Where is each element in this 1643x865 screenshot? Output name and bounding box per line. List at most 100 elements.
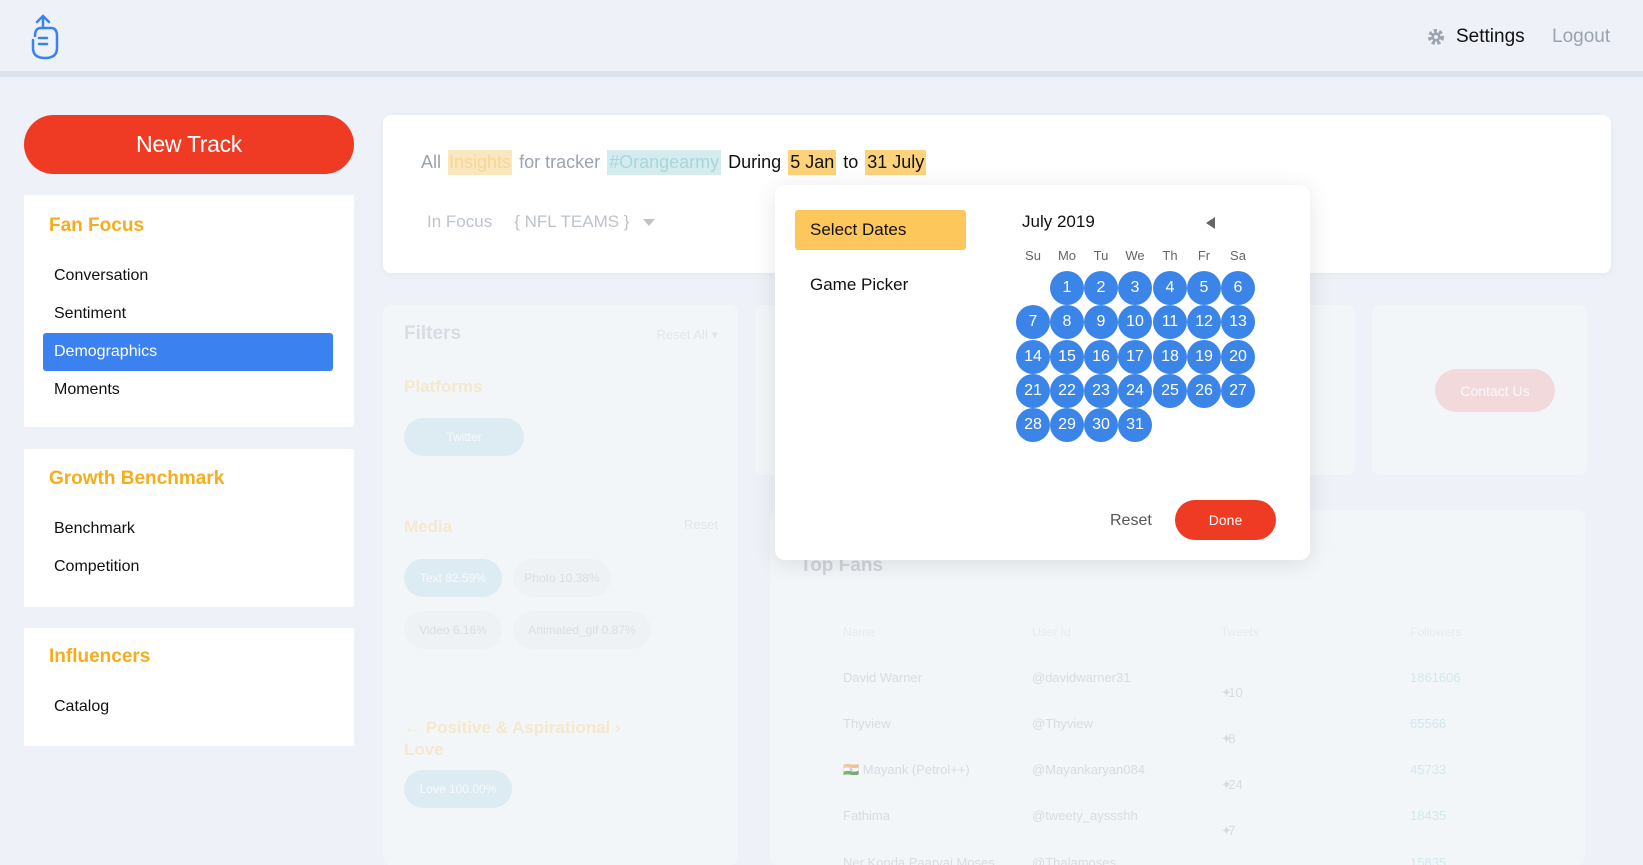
calendar-day[interactable]: 4 xyxy=(1153,271,1187,305)
calendar-day[interactable]: 27 xyxy=(1221,373,1255,408)
start-date-chip[interactable]: 5 Jan xyxy=(788,150,837,175)
growth-benchmark-card: Growth Benchmark Benchmark Competition xyxy=(24,449,354,607)
calendar-day[interactable]: 18 xyxy=(1153,339,1187,374)
media-pill-animated-gif[interactable]: Animated_gif 0.87% xyxy=(513,611,651,649)
calendar-day[interactable]: 31 xyxy=(1118,408,1152,443)
calendar-day[interactable]: 6 xyxy=(1221,271,1255,305)
calendar-day[interactable]: 8 xyxy=(1050,305,1084,340)
media-pill-video[interactable]: Video 6.16% xyxy=(404,611,502,649)
fan-followers: 15835 xyxy=(1410,855,1447,865)
calendar-day[interactable]: 9 xyxy=(1084,305,1118,340)
pill-value: 100.00% xyxy=(449,782,497,796)
column-header-followers[interactable]: Followers xyxy=(1410,625,1461,639)
pill-value: 82.59% xyxy=(445,571,487,585)
fan-followers: 18435 xyxy=(1410,808,1447,823)
sidebar-item-benchmark[interactable]: Benchmark xyxy=(43,510,333,548)
in-focus-row: In Focus { NFL TEAMS } xyxy=(427,212,656,232)
during-text: During xyxy=(728,152,782,172)
fan-user-id: @davidwarner31 xyxy=(1032,670,1131,685)
calendar-day[interactable]: 22 xyxy=(1050,373,1084,408)
emotion-title-text: Positive & Aspirational xyxy=(425,718,611,737)
fan-user-id: @Mayankaryan084 xyxy=(1032,762,1145,777)
calendar-day[interactable]: 21 xyxy=(1016,373,1050,408)
calendar-day[interactable]: 20 xyxy=(1221,339,1255,374)
in-focus-dropdown[interactable]: { NFL TEAMS } xyxy=(514,212,656,232)
app-logo-icon[interactable] xyxy=(25,14,61,60)
table-row[interactable]: Fathima @tweety_ayssshh ✦ 7 18435 xyxy=(800,793,1560,839)
column-header-name[interactable]: Name xyxy=(843,625,875,639)
insights-link[interactable]: Insights xyxy=(448,150,513,175)
calendar-day[interactable]: 30 xyxy=(1084,408,1118,443)
calendar-day[interactable]: 15 xyxy=(1050,339,1084,374)
game-picker-option[interactable]: Game Picker xyxy=(810,275,908,295)
settings-label: Settings xyxy=(1456,26,1525,47)
table-row[interactable]: 🇮🇳 Mayank (Petrol++) @Mayankaryan084 ✦ 2… xyxy=(800,747,1560,793)
weekday-label: Su xyxy=(1025,248,1041,263)
sidebar-item-sentiment[interactable]: Sentiment xyxy=(43,295,333,333)
calendar-day[interactable]: 16 xyxy=(1084,339,1118,374)
sidebar-item-moments[interactable]: Moments xyxy=(43,371,333,409)
calendar-day[interactable]: 3 xyxy=(1118,271,1152,305)
influencers-card: Influencers Catalog xyxy=(24,628,354,746)
calendar-day[interactable]: 29 xyxy=(1050,408,1084,443)
calendar-day[interactable]: 14 xyxy=(1016,339,1050,374)
tracker-tag[interactable]: #Orangearmy xyxy=(607,150,722,175)
previous-month-icon[interactable] xyxy=(1206,217,1215,229)
table-row[interactable]: Ner Konda Paarvai Moses @Thalamoses ✦ 1 … xyxy=(800,839,1560,865)
calendar-day[interactable]: 7 xyxy=(1016,305,1050,340)
contact-us-button[interactable]: Contact Us xyxy=(1435,369,1555,412)
logout-link[interactable]: Logout xyxy=(1552,26,1610,48)
calendar-day[interactable]: 17 xyxy=(1118,339,1152,374)
calendar-day[interactable]: 2 xyxy=(1084,271,1118,305)
end-date-chip[interactable]: 31 July xyxy=(865,150,927,175)
calendar-day[interactable]: 5 xyxy=(1187,271,1221,305)
weekday-label: Mo xyxy=(1057,248,1077,263)
tweet-count: ✦ 1 xyxy=(1221,855,1228,865)
weekday-label: We xyxy=(1125,248,1145,263)
table-row[interactable]: Thyview @Thyview ✦ 8 65566 xyxy=(800,701,1560,747)
chevron-right-icon[interactable]: › xyxy=(615,718,621,737)
pill-value: 10.38% xyxy=(559,571,600,585)
pill-label: Text xyxy=(419,571,442,585)
reset-all-button[interactable]: Reset All ▾ xyxy=(657,327,718,343)
column-header-tweets[interactable]: Tweets xyxy=(1221,625,1259,639)
new-track-button[interactable]: New Track xyxy=(24,115,354,174)
media-reset-button[interactable]: Reset xyxy=(684,517,718,532)
sidebar-item-conversation[interactable]: Conversation xyxy=(43,257,333,295)
filters-title: Filters xyxy=(404,323,462,344)
sidebar-item-demographics[interactable]: Demographics xyxy=(43,333,333,371)
platform-pill-twitter[interactable]: Twitter xyxy=(404,418,524,456)
select-dates-option[interactable]: Select Dates xyxy=(795,210,966,250)
calendar-day[interactable]: 13 xyxy=(1221,305,1255,340)
calendar-day[interactable]: 11 xyxy=(1153,305,1187,340)
tweet-count: ✦ 24 xyxy=(1221,762,1243,792)
calendar-day[interactable]: 19 xyxy=(1187,339,1221,374)
reset-button[interactable]: Reset xyxy=(1110,512,1152,530)
calendar-day[interactable]: 25 xyxy=(1153,373,1187,408)
top-header: Settings Logout xyxy=(0,0,1643,77)
media-pill-text[interactable]: Text 82.59% xyxy=(404,559,502,597)
filter-icon: ▾ xyxy=(711,327,718,342)
calendar-day[interactable]: 12 xyxy=(1187,305,1221,340)
calendar-day[interactable]: 10 xyxy=(1118,305,1152,340)
table-row[interactable]: David Warner @davidwarner31 ✦ 10 1861606 xyxy=(800,655,1560,701)
in-focus-value: { NFL TEAMS } xyxy=(514,212,630,231)
emotion-pill-love[interactable]: Love 100.00% xyxy=(404,770,512,808)
calendar-day[interactable]: 23 xyxy=(1084,373,1118,408)
column-header-user-id[interactable]: User Id xyxy=(1032,625,1071,639)
settings-link[interactable]: Settings xyxy=(1426,26,1525,48)
arrow-left-icon[interactable]: ← xyxy=(404,718,421,737)
fan-followers: 1861606 xyxy=(1410,670,1461,685)
tweet-count: ✦ 8 xyxy=(1221,716,1235,746)
fan-name: Thyview xyxy=(843,716,891,731)
done-button[interactable]: Done xyxy=(1175,500,1276,540)
tweet-count-value: 8 xyxy=(1228,731,1236,746)
calendar-day[interactable]: 1 xyxy=(1050,271,1084,305)
sidebar-item-catalog[interactable]: Catalog xyxy=(43,688,333,726)
fan-user-id: @tweety_ayssshh xyxy=(1032,808,1138,823)
calendar-day[interactable]: 26 xyxy=(1187,373,1221,408)
calendar-day[interactable]: 24 xyxy=(1118,373,1152,408)
calendar-day[interactable]: 28 xyxy=(1016,408,1050,443)
sidebar-item-competition[interactable]: Competition xyxy=(43,548,333,586)
media-pill-photo[interactable]: Photo 10.38% xyxy=(513,559,611,597)
